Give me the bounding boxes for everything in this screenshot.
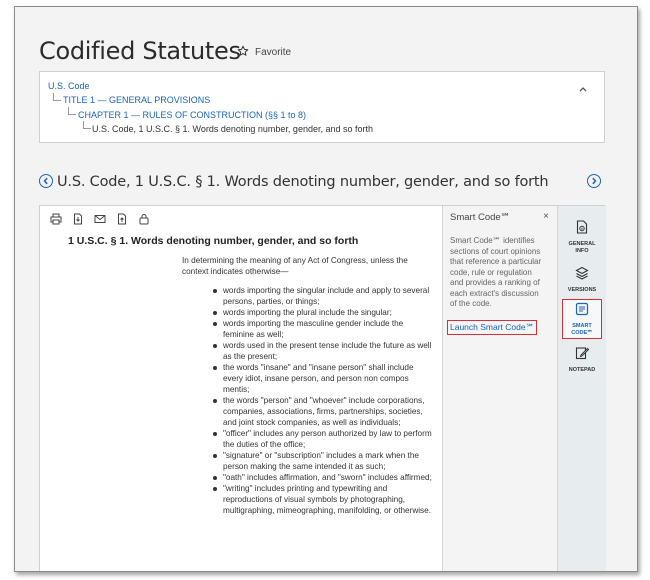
- definition-list: words importing the singular include and…: [210, 285, 432, 516]
- launch-smart-code-link[interactable]: Launch Smart Code℠: [447, 320, 538, 335]
- print-icon[interactable]: [50, 212, 62, 225]
- export-icon[interactable]: [116, 212, 128, 225]
- breadcrumb-connector: [83, 121, 91, 129]
- breadcrumb-connector: [68, 107, 76, 115]
- favorite-label: Favorite: [255, 47, 292, 58]
- chevron-up-icon[interactable]: [578, 80, 588, 92]
- lock-icon[interactable]: [138, 212, 150, 225]
- list-item: "signature" or "subscription" includes a…: [210, 450, 432, 472]
- rail-label: SMART CODE℠: [571, 323, 593, 336]
- list-item: words importing the plural include the s…: [210, 307, 432, 318]
- breadcrumb-current: U.S. Code, 1 U.S.C. § 1. Words denoting …: [92, 124, 373, 134]
- rail-smart-code[interactable]: SMART CODE℠: [562, 299, 602, 339]
- rail-label: NOTEPAD: [568, 367, 596, 373]
- document-panel: 1 U.S.C. § 1. Words denoting number, gen…: [39, 205, 606, 571]
- app-window: Codified Statutes Favorite U.S. Code TIT…: [14, 6, 638, 572]
- breadcrumb-title-1[interactable]: TITLE 1 — GENERAL PROVISIONS: [63, 95, 210, 105]
- document-info-icon: [575, 220, 589, 239]
- list-item: "officer" includes any person authorized…: [210, 428, 432, 450]
- smart-code-title: Smart Code℠: [450, 212, 511, 223]
- smart-code-description: Smart Code℠ identifies sections of court…: [450, 236, 542, 308]
- list-item: "writing" includes printing and typewrit…: [210, 483, 432, 516]
- smart-code-panel: Smart Code℠ × Smart Code℠ identifies sec…: [442, 206, 558, 571]
- smart-code-icon: [575, 302, 589, 321]
- email-icon[interactable]: [94, 212, 106, 224]
- document-title: U.S. Code, 1 U.S.C. § 1. Words denoting …: [57, 174, 549, 190]
- list-item: the words "person" and "whoever" include…: [210, 395, 432, 428]
- breadcrumb-connector: [53, 93, 61, 101]
- previous-section-icon[interactable]: [39, 174, 53, 188]
- breadcrumb: U.S. Code TITLE 1 — GENERAL PROVISIONS C…: [39, 71, 605, 143]
- list-item: "oath" includes affirmation, and "sworn"…: [210, 472, 432, 483]
- notepad-icon: [575, 346, 590, 365]
- section-heading: 1 U.S.C. § 1. Words denoting number, gen…: [68, 235, 359, 247]
- rail-versions[interactable]: VERSIONS: [562, 266, 602, 294]
- star-icon: [237, 45, 249, 60]
- breadcrumb-us-code[interactable]: U.S. Code: [48, 81, 90, 91]
- page-title: Codified Statutes: [39, 37, 241, 65]
- download-icon[interactable]: [72, 212, 84, 225]
- document-toolbar: [50, 212, 150, 225]
- list-item: words used in the present tense include …: [210, 340, 432, 362]
- document-body: 1 U.S.C. § 1. Words denoting number, gen…: [40, 206, 442, 571]
- section-intro: In determining the meaning of any Act of…: [182, 256, 408, 276]
- close-icon[interactable]: ×: [543, 211, 549, 222]
- rail-notepad[interactable]: NOTEPAD: [562, 346, 602, 374]
- breadcrumb-chapter-1[interactable]: CHAPTER 1 — RULES OF CONSTRUCTION (§§ 1 …: [78, 110, 306, 120]
- list-item: words importing the singular include and…: [210, 285, 432, 307]
- favorite-button[interactable]: Favorite: [237, 45, 291, 60]
- next-section-icon[interactable]: [587, 174, 601, 188]
- rail-label: VERSIONS: [567, 287, 597, 293]
- rail-label: GENERAL INFO: [568, 241, 596, 254]
- list-item: the words "insane" and "insane person" s…: [210, 362, 432, 395]
- list-item: words importing the masculine gender inc…: [210, 318, 432, 340]
- rail-general-info[interactable]: GENERAL INFO: [562, 220, 602, 254]
- layers-icon: [575, 266, 589, 285]
- side-rail: GENERAL INFO VERSIONS SMART CODE℠ NOTEPA…: [558, 206, 606, 571]
